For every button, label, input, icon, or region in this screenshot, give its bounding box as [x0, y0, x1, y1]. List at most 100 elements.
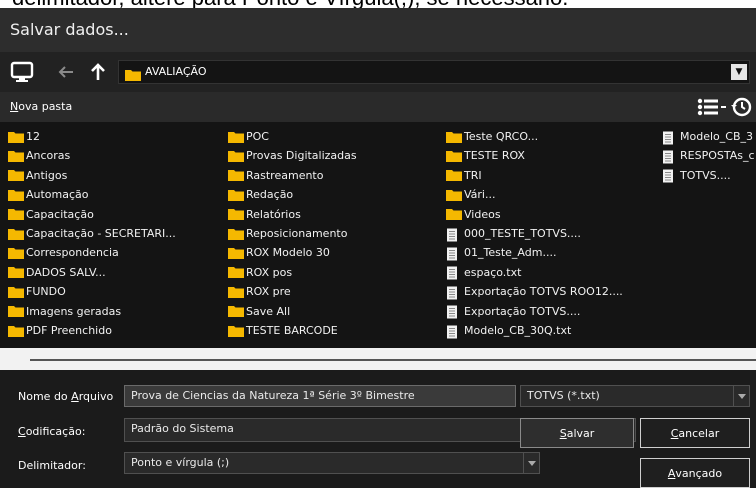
item-label: TRI	[464, 168, 482, 182]
folder-item[interactable]: Redação	[228, 186, 293, 203]
folder-icon	[8, 247, 24, 259]
delimiter-select[interactable]: Ponto e vírgula (;)	[124, 452, 540, 474]
folder-icon	[8, 305, 24, 318]
item-label: TESTE BARCODE	[246, 324, 338, 337]
chevron-down-icon[interactable]	[733, 386, 749, 406]
file-item[interactable]: espaço.txt	[446, 264, 521, 281]
folder-item[interactable]: Capacitação	[8, 206, 94, 223]
file-item[interactable]: Exportação TOTVS....	[446, 303, 580, 320]
new-folder-button[interactable]: Nova pasta	[10, 100, 72, 113]
folder-icon	[446, 150, 462, 162]
file-item[interactable]: Modelo_CB_30Q.txt	[446, 322, 571, 339]
file-item[interactable]: Modelo_CB_3	[662, 128, 753, 145]
toolbar: Nova pasta	[0, 92, 756, 122]
filetype-select[interactable]: TOTVS (*.txt)	[520, 385, 750, 407]
folder-item[interactable]: Provas Digitalizadas	[228, 147, 357, 164]
item-label: Modelo_CB_3	[680, 130, 753, 143]
item-label: ROX pos	[246, 265, 293, 279]
folder-item[interactable]: DADOS SALV...	[8, 264, 106, 281]
folder-item[interactable]: PDF Preenchido	[8, 322, 112, 339]
new-folder-label: ova pasta	[18, 100, 73, 113]
file-item[interactable]: 01_Teste_Adm....	[446, 244, 556, 261]
filetype-value: TOTVS (*.txt)	[527, 389, 600, 402]
folder-icon	[228, 208, 244, 221]
encoding-label: Codificação:	[18, 425, 86, 438]
advanced-button[interactable]: Avançado	[640, 458, 750, 488]
back-arrow-icon[interactable]	[52, 58, 80, 86]
view-options-icon[interactable]	[696, 96, 730, 122]
folder-item[interactable]: FUNDO	[8, 283, 66, 300]
new-folder-accel: N	[10, 100, 19, 113]
scrollbar-thumb[interactable]	[30, 359, 756, 361]
item-label: espaço.txt	[464, 265, 522, 279]
folder-icon	[446, 208, 462, 221]
folder-icon	[8, 131, 24, 143]
path-combobox[interactable]: AVALIAÇÃO ▼	[118, 60, 750, 84]
text-file-icon	[446, 286, 462, 300]
file-item[interactable]: Exportação TOTVS ROO12....	[446, 283, 623, 300]
text-file-icon	[662, 131, 678, 144]
folder-item[interactable]: Rastreamento	[228, 167, 323, 184]
folder-item[interactable]: Capacitação - SECRETARI...	[8, 225, 176, 242]
text-file-icon	[446, 228, 462, 241]
up-arrow-icon[interactable]	[84, 58, 112, 86]
item-label: RESPOSTAs_c	[680, 149, 755, 163]
item-label: Exportação TOTVS ROO12....	[464, 285, 623, 299]
filename-label: Nome do Arquivo	[18, 390, 114, 403]
item-label: TESTE ROX	[464, 149, 525, 163]
item-label: Teste QRCO...	[464, 130, 539, 143]
folder-item[interactable]: Reposicionamento	[228, 225, 347, 242]
item-label: Modelo_CB_30Q.txt	[464, 324, 572, 337]
folder-item[interactable]: Ancoras	[8, 147, 70, 164]
item-label: Provas Digitalizadas	[246, 149, 357, 163]
item-label: 000_TESTE_TOTVS....	[464, 227, 581, 240]
folder-item[interactable]: 12	[8, 128, 40, 145]
folder-item[interactable]: POC	[228, 128, 269, 145]
folder-item[interactable]: ROX Modelo 30	[228, 244, 330, 261]
item-label: Reposicionamento	[246, 227, 348, 240]
folder-item[interactable]: TESTE ROX	[446, 147, 525, 164]
item-label: POC	[246, 130, 269, 143]
folder-icon	[446, 189, 462, 201]
save-dialog: Salvar dados... AVALIAÇÃO ▼ Nova pasta 1…	[0, 8, 756, 488]
folder-item[interactable]: TESTE BARCODE	[228, 322, 338, 339]
file-item[interactable]: 000_TESTE_TOTVS....	[446, 225, 581, 242]
folder-item[interactable]: ROX pos	[228, 264, 292, 281]
folder-item[interactable]: Correspondencia	[8, 244, 119, 261]
delimiter-label: Delimitador:	[18, 459, 86, 472]
file-item[interactable]: RESPOSTAs_c	[662, 147, 755, 164]
folder-item[interactable]: Videos	[446, 206, 501, 223]
path-text: AVALIAÇÃO	[145, 65, 207, 78]
item-label: Exportação TOTVS....	[464, 304, 581, 318]
folder-item[interactable]: TRI	[446, 167, 482, 184]
folder-icon	[228, 189, 244, 201]
filename-input[interactable]: Prova de Ciencias da Natureza 1ª Série 3…	[124, 385, 516, 407]
folder-icon	[8, 266, 24, 279]
chevron-down-icon[interactable]	[523, 453, 539, 473]
folder-item[interactable]: ROX pre	[228, 283, 291, 300]
horizontal-scrollbar[interactable]	[0, 348, 756, 370]
folder-item[interactable]: Imagens geradas	[8, 303, 121, 320]
folder-item[interactable]: Vári...	[446, 186, 495, 203]
chevron-down-icon[interactable]: ▼	[731, 64, 747, 80]
folder-item[interactable]: Save All	[228, 303, 290, 320]
item-label: Videos	[464, 207, 501, 221]
file-item[interactable]: TOTVS....	[662, 167, 731, 184]
item-label: Rastreamento	[246, 168, 324, 182]
folder-icon	[228, 150, 244, 162]
computer-icon[interactable]	[8, 58, 36, 86]
text-file-icon	[446, 305, 462, 319]
file-list[interactable]: 12 Ancoras Antigos Automação Capacitação Capa…	[0, 122, 756, 348]
folder-item[interactable]: Relatórios	[228, 206, 301, 223]
save-button[interactable]: Salvar	[520, 418, 634, 448]
item-label: DADOS SALV...	[26, 265, 106, 279]
item-label: ROX Modelo 30	[246, 246, 330, 260]
folder-item[interactable]: Automação	[8, 186, 89, 203]
folder-item[interactable]: Antigos	[8, 167, 67, 184]
folder-item[interactable]: Teste QRCO...	[446, 128, 538, 145]
history-icon[interactable]	[730, 96, 752, 122]
dialog-title: Salvar dados...	[10, 20, 129, 39]
delimiter-value: Ponto e vírgula (;)	[131, 456, 230, 469]
cancel-button[interactable]: Cancelar	[640, 418, 750, 448]
item-label: Capacitação - SECRETARI...	[26, 227, 176, 240]
